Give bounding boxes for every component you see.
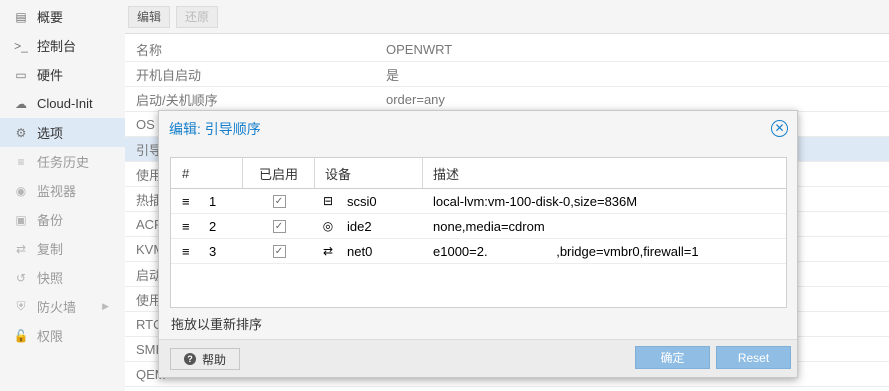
- sidebar-item-options[interactable]: ⚙ 选项: [0, 118, 125, 147]
- cdrom-icon: ◎: [322, 219, 334, 233]
- monitor-icon: ▭: [15, 67, 27, 82]
- unlock-icon: 🔓: [13, 328, 29, 343]
- drag-handle-icon[interactable]: ≡: [171, 194, 193, 209]
- option-row[interactable]: 启动/关机顺序 order=any: [125, 87, 889, 112]
- exchange-icon: ⇄: [322, 244, 334, 258]
- eye-icon: ◉: [15, 183, 27, 198]
- sidebar: ▤ 概要 >_ 控制台 ▭ 硬件 ☁ Cloud-Init ⚙ 选项 ≡ 任务历…: [0, 0, 125, 391]
- option-row[interactable]: 开机自启动 是: [125, 62, 889, 87]
- device-cell: ◎ ide2: [315, 219, 423, 234]
- chevron-right-icon: ▶: [102, 301, 109, 311]
- column-header-description[interactable]: 描述: [423, 158, 786, 188]
- option-key: 开机自启动: [136, 67, 202, 83]
- sidebar-item-firewall[interactable]: ⛨ 防火墙 ▶: [0, 292, 125, 321]
- device-name: ide2: [347, 218, 372, 234]
- question-icon: ?: [183, 353, 196, 365]
- gear-icon: ⚙: [15, 125, 27, 140]
- sidebar-item-label: 选项: [37, 126, 64, 141]
- help-button[interactable]: ? 帮助: [170, 348, 240, 370]
- device-cell: ⇄ net0: [315, 244, 423, 259]
- option-value: 是: [386, 67, 400, 83]
- drag-handle-icon[interactable]: ≡: [171, 244, 193, 259]
- sidebar-item-hardware[interactable]: ▭ 硬件: [0, 60, 125, 89]
- option-value: order=any: [386, 91, 445, 107]
- retweet-icon: ⇄: [15, 241, 27, 256]
- sidebar-item-monitor[interactable]: ◉ 监视器: [0, 176, 125, 205]
- device-name: net0: [347, 243, 373, 259]
- enabled-checkbox[interactable]: ✓: [272, 219, 286, 233]
- sidebar-item-cloud-init[interactable]: ☁ Cloud-Init: [0, 89, 125, 118]
- sidebar-item-backup[interactable]: ▣ 备份: [0, 205, 125, 234]
- sidebar-item-label: 任务历史: [37, 155, 90, 170]
- close-icon[interactable]: ✕: [771, 120, 788, 137]
- column-header-enabled[interactable]: 已启用: [243, 158, 315, 188]
- sidebar-item-label: 备份: [37, 213, 64, 228]
- help-label: 帮助: [201, 352, 226, 367]
- ok-button[interactable]: 确定: [635, 346, 710, 369]
- shield-icon: ⛨: [16, 299, 26, 313]
- dialog-footer: ? 帮助 确定 Reset: [159, 339, 797, 377]
- sidebar-item-snapshots[interactable]: ↺ 快照: [0, 263, 125, 292]
- sidebar-item-replication[interactable]: ⇄ 复制: [0, 234, 125, 263]
- drag-handle-icon[interactable]: ≡: [171, 219, 193, 234]
- device-cell: ⊟ scsi0: [315, 194, 423, 209]
- floppy-icon: ▣: [15, 212, 27, 227]
- table-row[interactable]: ≡ 2 ✓ ◎ ide2 none,media=cdrom: [171, 214, 786, 239]
- enabled-checkbox[interactable]: ✓: [272, 244, 286, 258]
- terminal-icon: >_: [14, 38, 28, 53]
- device-description: local-lvm:vm-100-disk-0,size=836M: [433, 193, 638, 209]
- sidebar-item-label: 复制: [37, 242, 64, 257]
- sidebar-item-label: 权限: [37, 329, 64, 344]
- drag-hint: 拖放以重新排序: [171, 317, 263, 332]
- enabled-cell: ✓: [243, 219, 315, 233]
- device-name: scsi0: [347, 193, 377, 209]
- row-number: 2: [209, 218, 217, 234]
- option-value: OPENWRT: [386, 41, 453, 57]
- row-number: 3: [209, 243, 217, 259]
- boot-order-grid: # 已启用 设备 描述 ≡ 1 ✓ ⊟ scsi0 local-lvm:vm-1…: [170, 157, 787, 308]
- sidebar-item-task-history[interactable]: ≡ 任务历史: [0, 147, 125, 176]
- sidebar-item-permissions[interactable]: 🔓 权限: [0, 321, 125, 350]
- option-key: 名称: [136, 42, 163, 58]
- book-icon: ▤: [15, 9, 27, 24]
- table-row[interactable]: ≡ 1 ✓ ⊟ scsi0 local-lvm:vm-100-disk-0,si…: [171, 189, 786, 214]
- device-description: none,media=cdrom: [433, 218, 545, 234]
- history-icon: ↺: [15, 270, 27, 285]
- sidebar-item-label: 快照: [37, 271, 64, 286]
- grid-header: # 已启用 设备 描述: [171, 158, 786, 189]
- row-number: 1: [209, 193, 217, 209]
- edit-button[interactable]: 编辑: [128, 5, 171, 28]
- column-header-num[interactable]: #: [171, 158, 243, 188]
- dialog-header: 编辑: 引导顺序 ✕: [159, 111, 797, 147]
- sidebar-item-label: 硬件: [37, 68, 64, 83]
- revert-button[interactable]: 还原: [176, 5, 219, 28]
- boot-order-dialog: 编辑: 引导顺序 ✕ # 已启用 设备 描述 ≡ 1 ✓ ⊟ scsi0 loc…: [158, 110, 798, 378]
- dialog-title: 编辑: 引导顺序: [169, 121, 261, 137]
- enabled-checkbox[interactable]: ✓: [272, 194, 286, 208]
- table-row[interactable]: ≡ 3 ✓ ⇄ net0 e1000=2. ,bridge=vmbr0,fire…: [171, 239, 786, 264]
- sidebar-item-label: 防火墙: [37, 300, 77, 315]
- device-description: e1000=2. ,bridge=vmbr0,firewall=1: [433, 243, 699, 259]
- sidebar-item-label: Cloud-Init: [37, 96, 93, 111]
- enabled-cell: ✓: [243, 194, 315, 208]
- list-icon: ≡: [17, 154, 25, 169]
- hdd-icon: ⊟: [322, 194, 334, 208]
- sidebar-item-console[interactable]: >_ 控制台: [0, 31, 125, 60]
- column-header-device[interactable]: 设备: [315, 158, 423, 188]
- reset-button[interactable]: Reset: [716, 346, 791, 369]
- sidebar-item-summary[interactable]: ▤ 概要: [0, 2, 125, 31]
- toolbar: 编辑 还原: [125, 0, 889, 34]
- sidebar-item-label: 控制台: [37, 39, 77, 54]
- cloud-icon: ☁: [15, 96, 27, 111]
- option-row[interactable]: 名称 OPENWRT: [125, 37, 889, 62]
- enabled-cell: ✓: [243, 244, 315, 258]
- sidebar-item-label: 监视器: [37, 184, 77, 199]
- option-key: 启动/关机顺序: [136, 92, 218, 108]
- sidebar-item-label: 概要: [37, 10, 64, 25]
